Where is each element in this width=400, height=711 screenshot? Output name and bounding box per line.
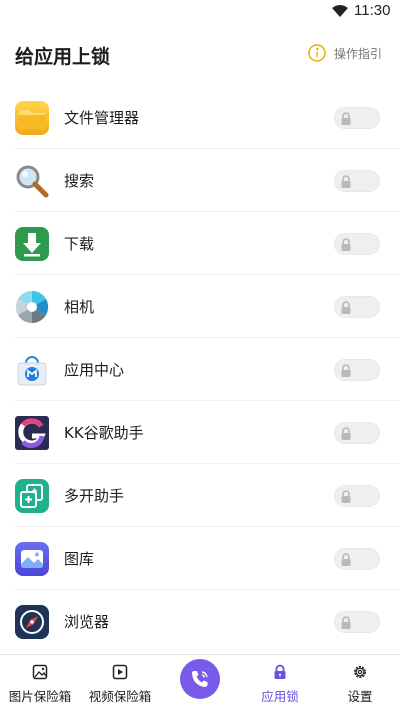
app-name: 多开助手	[64, 487, 125, 505]
lock-toggle[interactable]	[334, 296, 380, 318]
gear-icon	[354, 666, 366, 678]
lock-icon	[341, 364, 351, 377]
app-row[interactable]: KK谷歌助手	[0, 401, 400, 464]
app-row[interactable]: 相机	[0, 275, 400, 338]
nav-photo-vault[interactable]: 图片保险箱	[0, 655, 80, 711]
download-icon	[15, 227, 49, 261]
bottom-nav: 图片保险箱 视频保险箱 应用锁 设置	[0, 654, 400, 711]
app-name: KK谷歌助手	[64, 424, 144, 442]
nav-label: 设置	[347, 689, 373, 704]
app-row[interactable]: 浏览器	[0, 590, 400, 653]
nav-settings[interactable]: 设置	[320, 655, 400, 711]
lock-toggle[interactable]	[334, 485, 380, 507]
app-row[interactable]: 应用中心	[0, 338, 400, 401]
wifi-icon	[332, 5, 348, 17]
lock-toggle[interactable]	[334, 107, 380, 129]
call-button[interactable]	[180, 659, 220, 699]
lock-icon	[341, 490, 351, 503]
app-name: 应用中心	[64, 361, 125, 379]
gallery-icon	[15, 542, 49, 576]
lock-icon	[274, 664, 286, 679]
camera-aperture-icon	[15, 290, 49, 324]
lock-icon	[341, 301, 351, 314]
app-row[interactable]: 图库	[0, 527, 400, 590]
folder-icon	[15, 101, 49, 135]
app-name: 图库	[64, 550, 95, 568]
app-name: 文件管理器	[64, 109, 140, 127]
lock-toggle[interactable]	[334, 233, 380, 255]
compass-icon	[15, 605, 49, 639]
guide-label: 操作指引	[333, 46, 382, 61]
app-name: 搜索	[64, 172, 95, 190]
video-icon	[112, 664, 128, 680]
app-row[interactable]: 文件管理器	[0, 86, 400, 149]
magnifier-icon	[16, 165, 49, 198]
app-name: 浏览器	[64, 613, 110, 631]
nav-app-lock[interactable]: 应用锁	[240, 655, 320, 711]
lock-icon	[341, 112, 351, 125]
app-name: 下载	[64, 235, 95, 253]
image-icon	[32, 664, 48, 680]
lock-icon	[341, 238, 351, 251]
status-bar: 11:30	[0, 0, 400, 24]
app-name: 相机	[64, 298, 95, 316]
nav-label: 应用锁	[261, 689, 299, 704]
lock-toggle[interactable]	[334, 548, 380, 570]
kk-google-g-icon	[15, 416, 49, 450]
nav-label: 图片保险箱	[8, 689, 72, 704]
app-row[interactable]: 下载	[0, 212, 400, 275]
page-header: 给应用上锁 操作指引	[0, 38, 400, 72]
page-title: 给应用上锁	[15, 46, 111, 68]
lock-toggle[interactable]	[334, 359, 380, 381]
lock-toggle[interactable]	[334, 170, 380, 192]
app-row[interactable]: 多开助手	[0, 464, 400, 527]
app-store-bag-icon	[17, 356, 47, 386]
lock-icon	[341, 616, 351, 629]
lock-icon	[341, 175, 351, 188]
lock-icon	[341, 427, 351, 440]
multi-open-icon	[15, 479, 49, 513]
status-time: 11:30	[354, 2, 391, 19]
nav-video-vault[interactable]: 视频保险箱	[80, 655, 160, 711]
lock-icon	[341, 553, 351, 566]
lock-toggle[interactable]	[334, 611, 380, 633]
guide-button[interactable]: 操作指引	[308, 44, 382, 62]
app-row[interactable]: 搜索	[0, 149, 400, 212]
phone-call-icon	[192, 671, 208, 687]
lock-toggle[interactable]	[334, 422, 380, 444]
nav-label: 视频保险箱	[88, 689, 152, 704]
info-icon	[308, 44, 326, 62]
app-list: 文件管理器 搜索 下载 相机 应用中心 KK谷歌助手 多开助手 图库 浏览器	[0, 86, 400, 653]
